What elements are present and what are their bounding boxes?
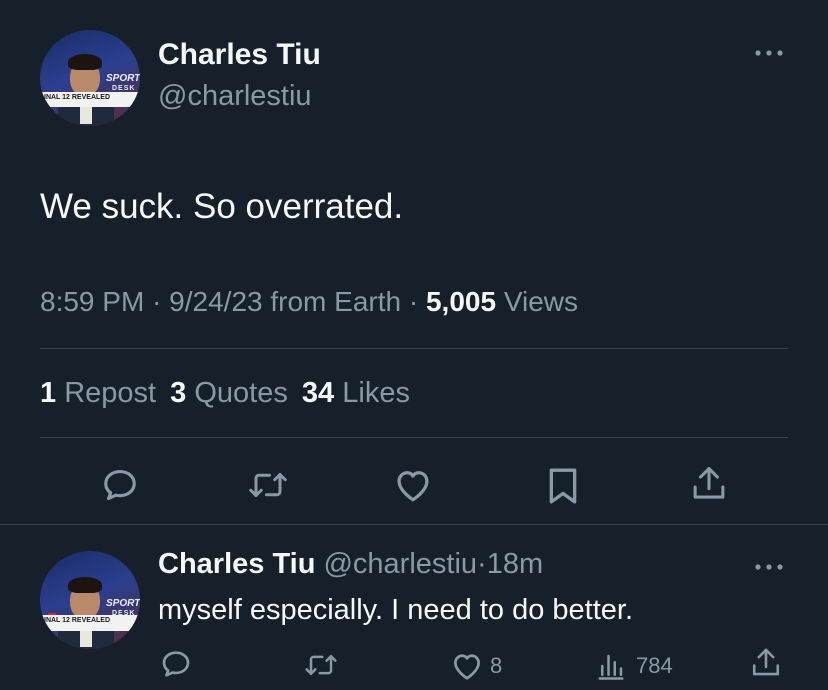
avatar-caption: INAL 12 REVEALED [40, 92, 140, 108]
reply-header: Charles Tiu @charlestiu·18m [158, 548, 543, 581]
view-count: 784 [636, 653, 673, 678]
quotes-stat[interactable]: 3 Quotes [170, 377, 296, 409]
views-count: 5,005 [425, 286, 497, 317]
repost-icon[interactable] [246, 467, 290, 503]
author-name[interactable]: Charles Tiu [158, 548, 315, 580]
engagement-stats: 1 Repost 3 Quotes 34 Likes [40, 377, 410, 410]
divider [40, 348, 788, 349]
views-icon [596, 652, 626, 680]
more-icon[interactable] [752, 46, 786, 65]
tweet-date[interactable]: 9/24/23 [169, 286, 262, 317]
tweet-time[interactable]: 8:59 PM [40, 286, 144, 317]
divider [0, 524, 828, 525]
meta-separator: · [408, 286, 419, 317]
tweet-source: from Earth [270, 286, 402, 317]
views-label: Views [503, 286, 579, 317]
avatar[interactable]: SPORTS DESK INAL 12 REVEALED [40, 551, 140, 649]
reply-age[interactable]: 18m [487, 548, 543, 580]
share-icon[interactable] [750, 646, 782, 680]
repost-icon[interactable] [302, 650, 340, 680]
author-handle[interactable]: @charlestiu [323, 548, 477, 580]
heart-icon[interactable] [393, 467, 433, 503]
avatar-caption: INAL 12 REVEALED [40, 615, 140, 631]
like-count: 8 [490, 653, 503, 678]
meta-separator: · [152, 286, 162, 317]
heart-icon [450, 651, 484, 681]
like-action[interactable]: 8 [450, 650, 502, 682]
author-handle[interactable]: @charlestiu [158, 80, 312, 113]
reply-text: myself especially. I need to do better. [158, 594, 634, 626]
meta-separator: · [477, 548, 487, 580]
more-icon[interactable] [752, 560, 786, 579]
reply-icon[interactable] [160, 648, 192, 680]
divider [40, 437, 788, 438]
bookmark-icon[interactable] [546, 466, 580, 506]
likes-stat[interactable]: 34 Likes [302, 377, 410, 409]
author-name[interactable]: Charles Tiu [158, 38, 321, 72]
reposts-stat[interactable]: 1 Repost [40, 377, 164, 409]
avatar[interactable]: SPORTS DESK INAL 12 REVEALED [40, 30, 140, 126]
views-action[interactable]: 784 [596, 650, 673, 682]
tweet-text: We suck. So overrated. [40, 187, 404, 226]
reply-icon[interactable] [101, 466, 139, 504]
tweet-meta: 8:59 PM · 9/24/23 from Earth · 5,005 Vie… [40, 286, 578, 318]
share-icon[interactable] [690, 464, 728, 504]
